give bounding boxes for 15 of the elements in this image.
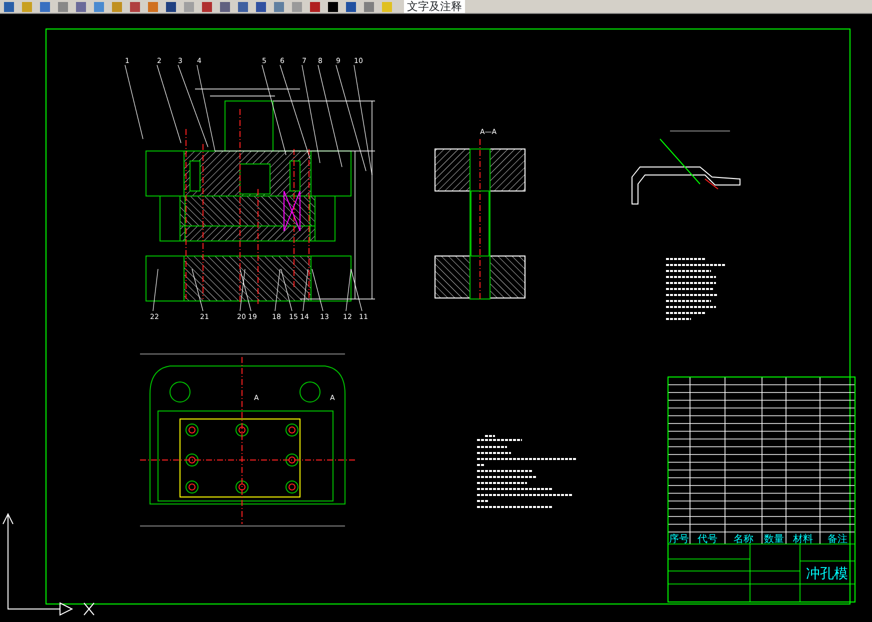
drawing-title: 冲孔模 — [806, 566, 848, 582]
table-header: 材料 — [793, 534, 813, 545]
leader-line — [302, 268, 308, 312]
table-header: 代号 — [698, 534, 718, 545]
layer-dropdown[interactable]: 文字及注释 — [404, 0, 465, 13]
leader-line — [312, 268, 324, 312]
ucs-icon — [2, 512, 74, 616]
cursor-crosshair-icon — [84, 602, 94, 616]
table-header: 数量 — [764, 534, 784, 545]
table-header: 序号 — [669, 534, 689, 545]
table-header: 备注 — [828, 534, 848, 545]
leader-line — [192, 268, 204, 312]
table-header: 名称 — [734, 534, 754, 545]
leader-line — [152, 268, 158, 312]
notes-text-drawing — [666, 258, 726, 320]
